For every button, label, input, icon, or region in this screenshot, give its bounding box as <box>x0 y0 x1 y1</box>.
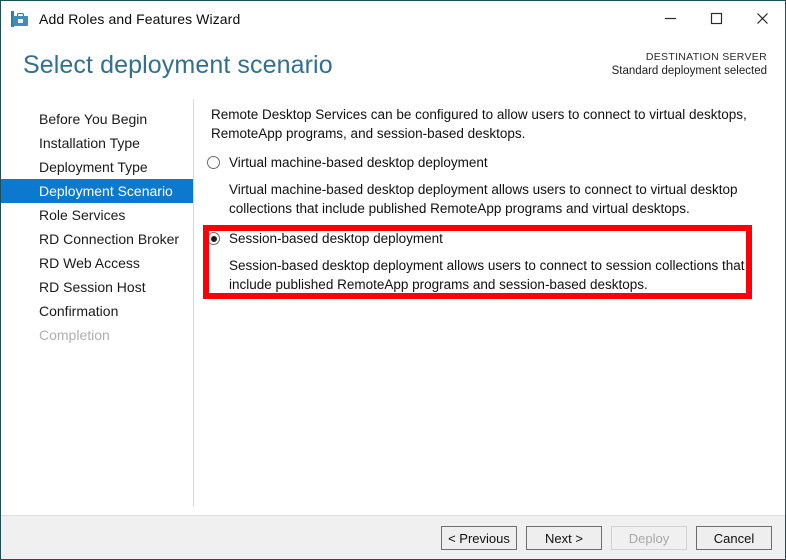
intro-text: Remote Desktop Services can be configure… <box>211 105 773 143</box>
sidebar-item-confirmation[interactable]: Confirmation <box>1 299 193 323</box>
deploy-button: Deploy <box>611 526 687 550</box>
wizard-content: Remote Desktop Services can be configure… <box>194 93 785 515</box>
sidebar-item-rd-connection-broker[interactable]: RD Connection Broker <box>1 227 193 251</box>
server-toolbox-icon <box>10 9 30 29</box>
sidebar-item-before-you-begin[interactable]: Before You Begin <box>1 107 193 131</box>
destination-server-value: Standard deployment selected <box>612 64 767 79</box>
destination-server-label: DESTINATION SERVER <box>612 50 767 64</box>
page-header: Select deployment scenario DESTINATION S… <box>1 37 785 93</box>
maximize-icon[interactable] <box>693 1 739 36</box>
sidebar-item-rd-web-access[interactable]: RD Web Access <box>1 251 193 275</box>
wizard-buttons: < Previous Next > Deploy Cancel <box>441 526 772 550</box>
previous-button[interactable]: < Previous <box>441 526 517 550</box>
option-header[interactable]: Session-based desktop deployment <box>207 229 773 249</box>
sidebar-item-completion: Completion <box>1 323 193 347</box>
radio-virtual-machine-based[interactable] <box>207 156 220 169</box>
sidebar-item-rd-session-host[interactable]: RD Session Host <box>1 275 193 299</box>
option-description: Session-based desktop deployment allows … <box>229 256 769 294</box>
page-title: Select deployment scenario <box>23 51 333 80</box>
wizard-window: Add Roles and Features Wizard Select dep… <box>0 0 786 560</box>
wizard-steps-nav: Before You Begin Installation Type Deplo… <box>1 107 193 347</box>
window-controls <box>647 1 785 36</box>
option-label: Session-based desktop deployment <box>229 229 443 248</box>
wizard-body: Before You Begin Installation Type Deplo… <box>1 93 785 515</box>
cancel-button[interactable]: Cancel <box>696 526 772 550</box>
option-label: Virtual machine-based desktop deployment <box>229 153 488 172</box>
radio-session-based[interactable] <box>207 232 220 245</box>
sidebar-item-deployment-scenario[interactable]: Deployment Scenario <box>1 179 193 203</box>
sidebar-item-installation-type[interactable]: Installation Type <box>1 131 193 155</box>
sidebar-item-role-services[interactable]: Role Services <box>1 203 193 227</box>
option-header[interactable]: Virtual machine-based desktop deployment <box>207 153 773 173</box>
close-icon[interactable] <box>739 1 785 36</box>
title-bar: Add Roles and Features Wizard <box>1 1 785 36</box>
sidebar-item-deployment-type[interactable]: Deployment Type <box>1 155 193 179</box>
window-title: Add Roles and Features Wizard <box>39 11 240 27</box>
destination-server-block: DESTINATION SERVER Standard deployment s… <box>612 50 767 79</box>
virtual-machine-based-desktop-deployment-option[interactable]: Virtual machine-based desktop deployment… <box>207 153 773 218</box>
session-based-desktop-deployment-option[interactable]: Session-based desktop deployment Session… <box>207 229 773 294</box>
option-description: Virtual machine-based desktop deployment… <box>229 180 769 218</box>
next-button[interactable]: Next > <box>526 526 602 550</box>
minimize-icon[interactable] <box>647 1 693 36</box>
footer-bar: < Previous Next > Deploy Cancel <box>1 515 785 560</box>
